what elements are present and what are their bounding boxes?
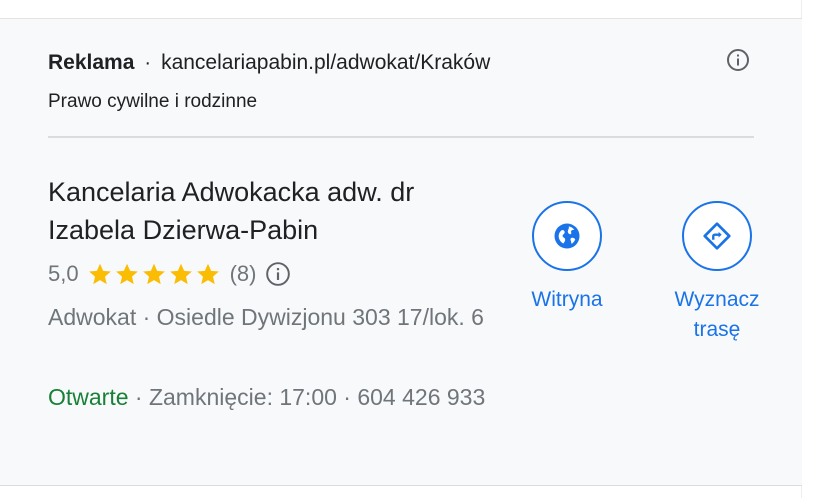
- rating-row: 5,0 (8): [48, 257, 292, 291]
- directions-button[interactable]: Wyznacz trasę: [652, 201, 782, 345]
- directions-label[interactable]: Wyznacz trasę: [652, 285, 782, 345]
- ad-subtitle[interactable]: Prawo cywilne i rodzinne: [48, 91, 257, 113]
- business-address: Adwokat · Osiedle Dywizjonu 303 17/lok. …: [48, 304, 484, 330]
- star-icon: [196, 263, 219, 285]
- globe-icon: [554, 223, 580, 249]
- hours-and-phone: · Zamknięcie: 17:00 · 604 426 933: [128, 384, 486, 410]
- review-count[interactable]: (8): [230, 261, 257, 287]
- directions-button-circle[interactable]: [682, 201, 752, 271]
- website-button[interactable]: Witryna: [502, 201, 632, 315]
- business-name[interactable]: Kancelaria Adwokacka adw. dr Izabela Dzi…: [48, 173, 498, 249]
- scrollbar-track[interactable]: [801, 0, 816, 498]
- open-status: Otwarte: [48, 384, 129, 410]
- business-hours: Otwarte · Zamknięcie: 17:00 · 604 426 93…: [48, 377, 488, 417]
- ad-info-icon[interactable]: [726, 48, 750, 72]
- website-button-circle[interactable]: [532, 201, 602, 271]
- website-label[interactable]: Witryna: [531, 285, 602, 315]
- rating-info-icon[interactable]: [264, 260, 292, 288]
- directions-icon: [703, 222, 731, 250]
- ad-header: Reklama · kancelariapabin.pl/adwokat/Kra…: [48, 49, 490, 77]
- ad-result-card: Reklama · kancelariapabin.pl/adwokat/Kra…: [0, 18, 802, 486]
- ad-url[interactable]: kancelariapabin.pl/adwokat/Kraków: [161, 51, 490, 75]
- star-icon: [142, 263, 165, 285]
- ad-label: Reklama: [48, 51, 135, 74]
- star-rating: [87, 261, 222, 287]
- star-icon: [88, 263, 111, 285]
- star-icon: [115, 263, 138, 285]
- divider: [48, 136, 754, 138]
- ad-separator: ·: [144, 51, 152, 74]
- star-icon: [169, 263, 192, 285]
- rating-value: 5,0: [48, 261, 79, 286]
